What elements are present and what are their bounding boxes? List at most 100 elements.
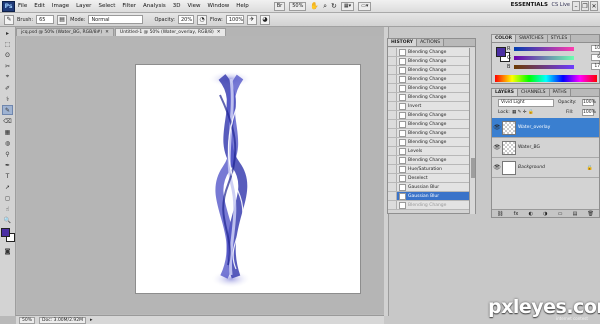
- history-state-row[interactable]: Gaussian Blur: [388, 192, 470, 201]
- tab-layers[interactable]: LAYERS: [492, 89, 518, 96]
- menu-help[interactable]: Help: [236, 3, 249, 9]
- menu-file[interactable]: File: [18, 3, 27, 9]
- history-state-row[interactable]: Blending Change: [388, 57, 470, 66]
- status-arrow-icon[interactable]: ▸: [90, 317, 93, 323]
- crop-tool-icon[interactable]: ✂: [2, 61, 13, 71]
- tab-swatches[interactable]: SWATCHES: [516, 35, 548, 42]
- color-swatches[interactable]: [0, 228, 15, 242]
- blue-value-input[interactable]: 175: [591, 63, 600, 70]
- blue-slider[interactable]: [514, 65, 574, 69]
- tab-channels[interactable]: CHANNELS: [517, 89, 550, 96]
- history-state-row[interactable]: Blending Change: [388, 111, 470, 120]
- tab-jcq-psd[interactable]: jcq.psd @ 50% (Water_BG, RGB/8#) ✕: [16, 28, 114, 36]
- history-snapshot-toggle[interactable]: [388, 138, 397, 146]
- history-state-row[interactable]: Blending Change: [388, 75, 470, 84]
- history-state-row[interactable]: Invert: [388, 102, 470, 111]
- history-state-row[interactable]: Blending Change: [388, 93, 470, 102]
- history-state-row[interactable]: Blending Change: [388, 84, 470, 93]
- tab-styles[interactable]: STYLES: [547, 35, 572, 42]
- hand-tool-icon[interactable]: ☝: [2, 204, 13, 214]
- history-state-row[interactable]: Hue/Saturation: [388, 165, 470, 174]
- blur-tool-icon[interactable]: ◍: [2, 138, 13, 148]
- path-selection-tool-icon[interactable]: ➚: [2, 182, 13, 192]
- history-snapshot-toggle[interactable]: [388, 111, 397, 119]
- tab-history[interactable]: HISTORY: [388, 39, 418, 46]
- pressure-size-icon[interactable]: ◕: [259, 14, 270, 25]
- brush-tool-icon[interactable]: ✎: [2, 105, 13, 115]
- canvas[interactable]: [136, 65, 360, 293]
- adjustment-layer-icon[interactable]: ◑: [543, 211, 547, 217]
- workspace-switcher[interactable]: ESSENTIALS: [511, 2, 548, 8]
- history-state-row[interactable]: Blending Change: [388, 156, 470, 165]
- layer-mask-icon[interactable]: ◐: [529, 211, 533, 217]
- history-snapshot-toggle[interactable]: [388, 102, 397, 110]
- scroll-thumb[interactable]: [471, 158, 475, 178]
- quick-mask-icon[interactable]: ◙: [2, 246, 13, 256]
- foreground-color-swatch[interactable]: [0, 228, 10, 237]
- green-value-input[interactable]: 60: [591, 54, 600, 61]
- minimize-button[interactable]: –: [572, 1, 580, 11]
- lock-icons[interactable]: ▦ ✎ ✛ 🔒: [512, 110, 534, 115]
- history-snapshot-toggle[interactable]: [388, 93, 397, 101]
- opacity-input[interactable]: 20%: [178, 15, 194, 24]
- tab-actions[interactable]: ACTIONS: [417, 39, 445, 46]
- menu-window[interactable]: Window: [208, 3, 230, 9]
- history-state-row[interactable]: Deselect: [388, 174, 470, 183]
- layer-background[interactable]: 👁 Background 🔒: [492, 158, 599, 178]
- lasso-tool-icon[interactable]: ʘ: [2, 50, 13, 60]
- history-snapshot-toggle[interactable]: [388, 174, 397, 182]
- menu-layer[interactable]: Layer: [76, 3, 91, 9]
- history-snapshot-toggle[interactable]: [388, 129, 397, 137]
- link-layers-icon[interactable]: ⛓: [497, 211, 503, 217]
- history-state-row[interactable]: Gaussian Blur: [388, 183, 470, 192]
- menu-filter[interactable]: Filter: [122, 3, 136, 9]
- eyedropper-tool-icon[interactable]: ⌖: [2, 72, 13, 82]
- layer-water-overlay[interactable]: 👁 Water_overlay: [492, 118, 599, 138]
- move-tool-icon[interactable]: ▸: [2, 28, 13, 38]
- history-state-row[interactable]: Blending Change: [388, 129, 470, 138]
- zoom-tool-icon[interactable]: 🔍: [2, 215, 13, 225]
- history-snapshot-toggle[interactable]: [388, 147, 397, 155]
- history-snapshot-toggle[interactable]: [388, 165, 397, 173]
- airbrush-icon[interactable]: ✈: [246, 14, 257, 25]
- menu-view[interactable]: View: [187, 3, 200, 9]
- bridge-button[interactable]: Br: [273, 1, 286, 11]
- mode-select[interactable]: Normal: [88, 15, 144, 24]
- clone-tool-icon[interactable]: ⚕: [2, 94, 13, 104]
- rotate-view-icon[interactable]: ↻: [331, 2, 337, 10]
- history-state-row[interactable]: Blending Change: [388, 201, 470, 210]
- history-snapshot-toggle[interactable]: [388, 156, 397, 164]
- layer-style-icon[interactable]: fx: [514, 211, 519, 217]
- trash-icon[interactable]: 🗑: [588, 211, 594, 217]
- type-tool-icon[interactable]: T: [2, 171, 13, 181]
- menu-edit[interactable]: Edit: [34, 3, 45, 9]
- brush-tool-preset-icon[interactable]: ✎: [4, 14, 14, 25]
- brush-panel-toggle-icon[interactable]: ▤: [57, 14, 68, 25]
- dodge-tool-icon[interactable]: ⚲: [2, 149, 13, 159]
- history-snapshot-toggle[interactable]: [388, 66, 397, 74]
- pressure-opacity-icon[interactable]: ◔: [197, 14, 207, 25]
- history-snapshot-toggle[interactable]: [388, 57, 397, 65]
- tab-untitled-1[interactable]: Untitled-1 @ 50% (Water_overlay, RGB/8) …: [114, 28, 226, 36]
- foreground-color-swatch[interactable]: [496, 47, 506, 57]
- red-slider[interactable]: [514, 47, 574, 51]
- blend-mode-select[interactable]: Vivid Light: [498, 99, 554, 107]
- brush-size-picker[interactable]: 65: [36, 15, 55, 24]
- tab-paths[interactable]: PATHS: [549, 89, 571, 96]
- menu-analysis[interactable]: Analysis: [143, 3, 166, 9]
- restore-button[interactable]: ❐: [581, 1, 589, 11]
- hand-tool-icon[interactable]: ✋: [310, 2, 319, 10]
- eraser-tool-icon[interactable]: ⌫: [2, 116, 13, 126]
- green-slider[interactable]: [514, 56, 574, 60]
- screen-mode-button[interactable]: ▭▾: [358, 1, 372, 11]
- history-state-row[interactable]: Blending Change: [388, 48, 470, 57]
- history-snapshot-toggle[interactable]: [388, 84, 397, 92]
- cs-live-button[interactable]: CS Live: [550, 2, 572, 11]
- layer-water-bg[interactable]: 👁 Water_BG: [492, 138, 599, 158]
- status-zoom[interactable]: 50%: [19, 316, 36, 324]
- layer-fill-input[interactable]: 100%: [582, 109, 596, 116]
- history-scrollbar[interactable]: [469, 48, 475, 214]
- history-state-row[interactable]: Blending Change: [388, 120, 470, 129]
- red-value-input[interactable]: 108: [591, 45, 600, 52]
- tab-color[interactable]: COLOR: [492, 35, 517, 42]
